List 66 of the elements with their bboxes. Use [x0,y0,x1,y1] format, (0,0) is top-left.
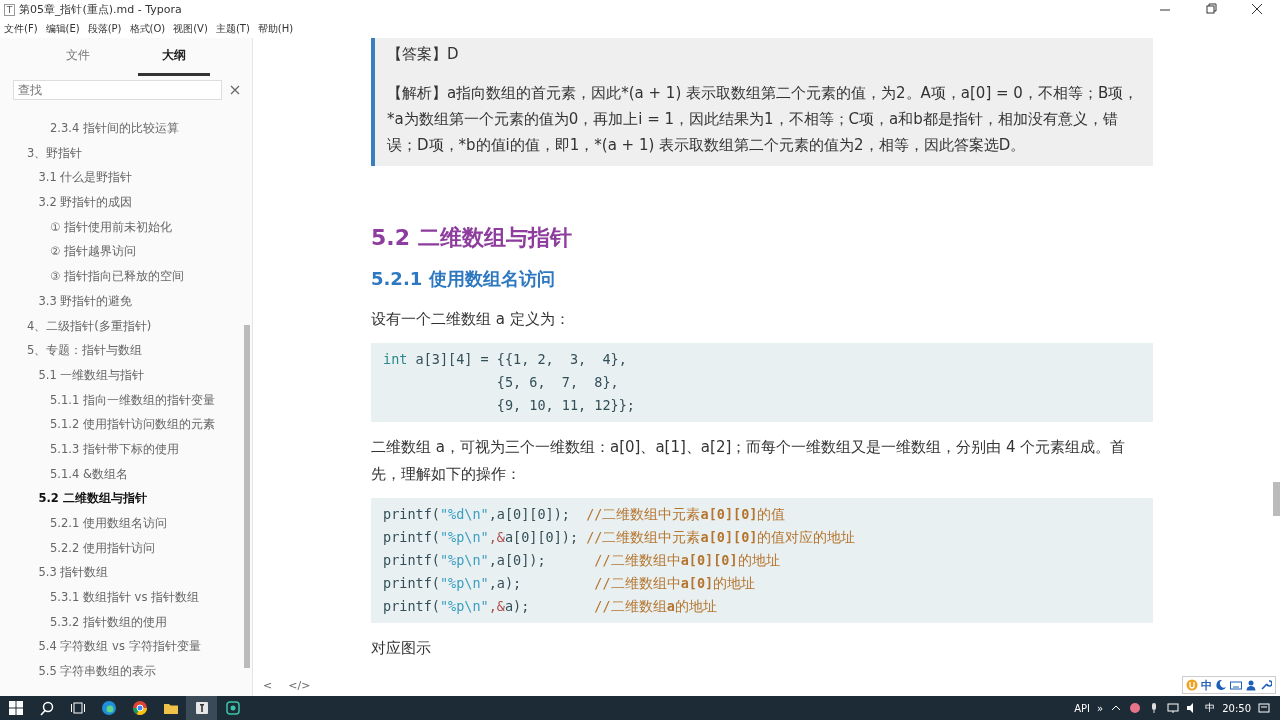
clock[interactable]: 20:50 [1222,702,1251,714]
outline-item[interactable]: 5.5 字符串数组的表示 [0,659,157,684]
outline-item[interactable]: 5.3 指针数组 [0,560,109,586]
scrollbar-thumb[interactable] [244,325,250,668]
menu-item[interactable]: 帮助(H) [257,21,294,36]
outline-item[interactable]: 5.3.2 指针数组的使用 [0,609,167,635]
search-field[interactable]: 查找 [13,80,222,100]
outline-item[interactable]: 5.1 一维数组与指针 [0,362,145,388]
code-line: {9, 10, 11, 12}}; [495,396,636,415]
close-icon[interactable] [230,85,240,95]
scrollbar-thumb[interactable] [1273,482,1280,516]
user-icon[interactable] [1245,679,1257,691]
ime-mode-label[interactable]: 中 [1201,677,1212,693]
outline-item[interactable]: 5.2.1 使用数组名访问 [0,511,167,536]
outline-item[interactable]: ③ 指针指向已释放的空间 [0,264,184,289]
app-icon: T [4,3,15,16]
outline-item[interactable]: 3、野指针 [0,140,83,166]
moon-icon[interactable] [1215,679,1227,691]
outline-item[interactable]: 5.4 字符数组 vs 字符指针变量 [0,634,201,660]
subsection-heading: 5.2.1 使用数组名访问 [371,267,556,291]
outline-item[interactable]: ① 指针使用前未初始化 [0,214,172,240]
code-line: int a[3][4] = {{1, 2, 3, 4}, [383,350,628,369]
tray-label[interactable]: API [1074,702,1091,714]
outline-item[interactable]: 5.2 二维数组与指针 [0,486,147,511]
menu-item[interactable]: 文件(F) [4,21,38,36]
section-heading: 5.2 二维数组与指针 [371,224,573,252]
code-line: printf("%p\n",&a[0][0]); //二维数组中元素a[0][0]的值对应的地址 [383,528,857,547]
outline-item[interactable]: 5.1.4 &数组名 [0,461,128,487]
tray-label[interactable]: » [1097,702,1104,714]
paragraph: 对应图示 [371,638,432,659]
code-line: printf("%p\n",&a); //二维数组a的地址 [383,597,718,616]
menu-item[interactable]: 视图(V) [173,21,208,36]
footer-button[interactable]: </> [286,679,313,692]
menu-item[interactable]: 格式(O) [129,21,166,36]
outline-item[interactable]: 5、专题：指针与数组 [0,338,143,363]
paragraph: 设有一个二维数组 a 定义为： [371,309,571,330]
code-line: printf("%p\n",a[0]); //二维数组中a[0][0]的地址 [383,551,781,570]
outline-item[interactable]: ② 指针越界访问 [0,239,136,265]
callout-text: 【解析】a指向数组的首元素，因此*(a + 1) 表示取数组第二个元素的值，为2。A项，a[0] = 0，不相等；B项，*a为数组第一个元素的值为0，再加上i = 1，因此结果为1，不相等；C项，a和b都是指针，相加没有意义，错误；D项，*b的值i的值，即1，*(a + 1) 表示取数组第二个元素的值为2，相等，因此答案选D。 [387,83,1140,156]
outline-item[interactable]: 5.1.2 使用指针访问数组的元素 [0,412,215,437]
code-line: printf("%d\n",a[0][0]); //二维数组中元素a[0][0]的值 [383,505,787,524]
outline-item[interactable]: 3.3 野指针的避免 [0,288,133,314]
outline-item[interactable]: 5.1.3 指针带下标的使用 [0,436,179,462]
menu-item[interactable]: 段落(P) [87,21,122,36]
paragraph: 二维数组 a，可视为三个一维数组：a[0]、a[1]、a[2]；而每个一维数组又是一维数组，分别由 4 个元素组成。首先，理解如下的操作： [371,437,1127,485]
outline-item[interactable]: 2.3.4 指针间的比较运算 [0,116,179,141]
code-line: {5, 6, 7, 8}, [495,373,620,392]
keyboard-icon[interactable] [1230,679,1242,691]
network-icon[interactable] [1167,702,1180,714]
ime-indicator[interactable]: 中 [1205,701,1216,715]
sidebar-tab[interactable]: 文件 [42,38,114,76]
callout-text: 【答案】D [387,44,460,65]
outline-item[interactable]: 4、二级指针(多重指针) [0,313,152,339]
sidebar-tab[interactable]: 大纲 [138,38,210,76]
code-line: printf("%p\n",a); //二维数组中a[0]的地址 [383,574,757,593]
menu-item[interactable]: 编辑(E) [45,21,80,36]
menu-item[interactable]: 主题(T) [215,21,250,36]
outline-item[interactable]: 5.1.1 指向一维数组的指针变量 [0,387,215,413]
outline-item[interactable]: 5.3.1 数组指针 vs 指针数组 [0,585,200,610]
outline-item[interactable]: 3.2 野指针的成因 [0,190,133,215]
notification-icon[interactable] [1258,702,1270,714]
window-title: 第05章_指针(重点).md - Typora [19,2,183,17]
outline-item[interactable]: 3.1 什么是野指针 [0,165,133,191]
footer-button[interactable]: < [261,679,275,692]
editor-app-icon[interactable] [186,696,217,720]
outline-item[interactable]: 5.2.2 使用指针访问 [0,535,155,561]
